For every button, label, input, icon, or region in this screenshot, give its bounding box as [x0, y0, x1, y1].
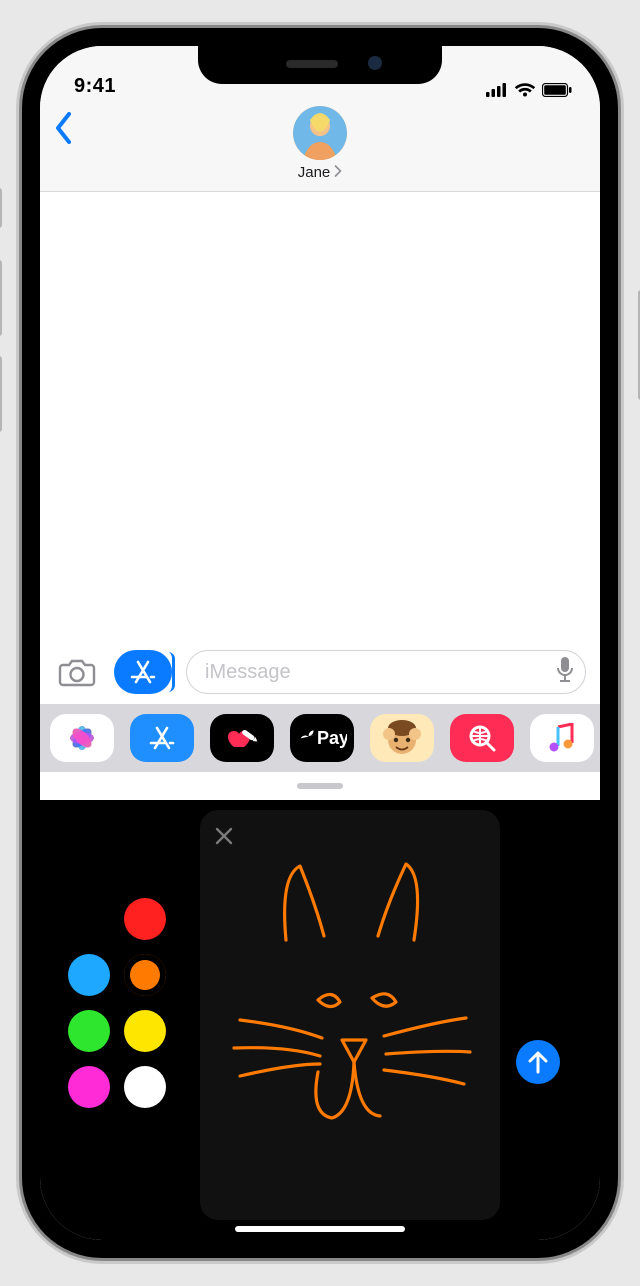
conversation-header: Jane [40, 102, 600, 192]
doodle-cat-icon [200, 810, 500, 1220]
color-swatch-red[interactable] [124, 898, 166, 940]
app-chip-music[interactable] [530, 714, 594, 762]
contact-name-label: Jane [298, 164, 331, 181]
dictation-button[interactable] [555, 656, 575, 689]
app-chip-memoji[interactable] [370, 714, 434, 762]
color-swatch-orange[interactable] [124, 954, 166, 996]
status-right [486, 82, 572, 98]
message-input-container [186, 650, 586, 694]
grabber-icon [297, 783, 343, 789]
color-swatch-white[interactable] [124, 1066, 166, 1108]
color-swatch-yellow[interactable] [124, 1010, 166, 1052]
volume-up [0, 260, 2, 336]
app-chip-digital-touch[interactable] [210, 714, 274, 762]
drawing-canvas[interactable] [200, 810, 500, 1220]
camera-button[interactable] [54, 652, 100, 692]
home-indicator[interactable] [235, 1226, 405, 1232]
volume-down [0, 356, 2, 432]
digital-touch-panel [40, 800, 600, 1240]
message-input[interactable] [205, 661, 555, 684]
app-chip-appstore[interactable] [130, 714, 194, 762]
cellular-icon [486, 83, 508, 97]
contact-avatar[interactable] [293, 106, 347, 160]
mute-switch [0, 188, 2, 228]
device-frame: 9:41 [0, 0, 640, 1286]
app-chip-apple-pay[interactable]: Pay [290, 714, 354, 762]
app-chip-photos[interactable] [50, 714, 114, 762]
color-swatch-magenta[interactable] [68, 1066, 110, 1108]
screen: 9:41 [40, 46, 600, 1240]
apple-pay-label: Pay [317, 728, 347, 748]
chevron-right-icon [334, 164, 342, 181]
status-time: 9:41 [74, 75, 116, 98]
wifi-icon [514, 82, 536, 98]
notch [198, 46, 442, 84]
battery-icon [542, 83, 572, 97]
contact-name-button[interactable]: Jane [298, 164, 343, 181]
imessage-app-strip[interactable]: Pay [40, 704, 600, 772]
back-button[interactable] [54, 110, 74, 155]
color-swatch-green[interactable] [68, 1010, 110, 1052]
app-drawer-toggle[interactable] [114, 650, 172, 694]
color-swatch-blue[interactable] [68, 954, 110, 996]
send-drawing-button[interactable] [516, 1040, 560, 1084]
compose-row [40, 642, 600, 704]
color-palette [68, 898, 166, 1108]
phone-body: 9:41 [22, 28, 618, 1258]
app-drawer-grabber[interactable] [40, 772, 600, 800]
app-chip-images[interactable] [450, 714, 514, 762]
message-transcript[interactable] [40, 192, 600, 642]
